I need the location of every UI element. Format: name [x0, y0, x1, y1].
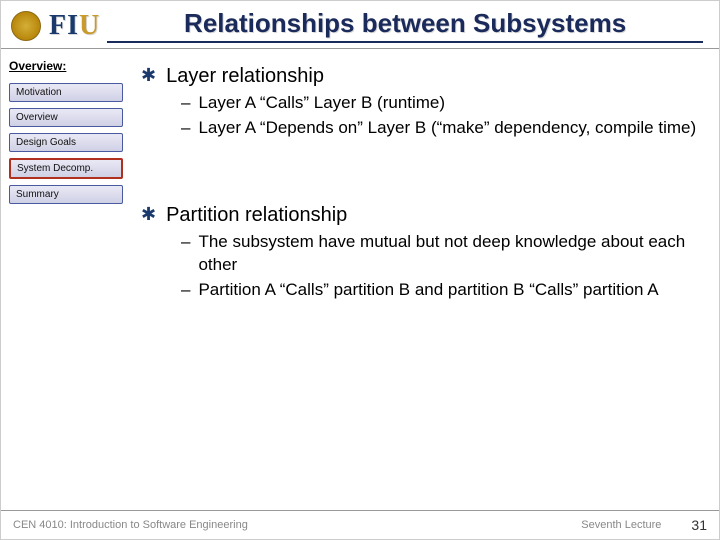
sub-item: – Layer A “Depends on” Layer B (“make” d… — [181, 117, 699, 140]
content: ✱ Layer relationship – Layer A “Calls” L… — [131, 49, 719, 510]
sidebar-item-design-goals[interactable]: Design Goals — [9, 133, 123, 152]
bullet-icon: ✱ — [141, 65, 156, 88]
sidebar-item-overview[interactable]: Overview — [9, 108, 123, 127]
header: F I U Relationships between Subsystems — [1, 1, 719, 49]
fiu-logo: F I U — [49, 10, 99, 42]
dash-icon: – — [181, 279, 190, 302]
topic-partition-subs: – The subsystem have mutual but not deep… — [181, 231, 699, 302]
page-number: 31 — [691, 517, 707, 533]
topic-layer: ✱ Layer relationship — [141, 65, 699, 88]
logo-letter-f: F — [49, 10, 66, 42]
sub-item: – Layer A “Calls” Layer B (runtime) — [181, 92, 699, 115]
sidebar: Overview: Motivation Overview Design Goa… — [1, 49, 131, 510]
slide: F I U Relationships between Subsystems O… — [0, 0, 720, 540]
dash-icon: – — [181, 117, 190, 140]
logo-letter-i: I — [67, 10, 78, 42]
topic-title: Partition relationship — [166, 204, 347, 227]
dash-icon: – — [181, 231, 190, 277]
bullet-icon: ✱ — [141, 204, 156, 227]
sub-text: Layer A “Calls” Layer B (runtime) — [198, 92, 445, 115]
sub-text: The subsystem have mutual but not deep k… — [198, 231, 699, 277]
logo-letter-u: U — [79, 10, 99, 42]
sidebar-item-summary[interactable]: Summary — [9, 185, 123, 204]
topic-partition: ✱ Partition relationship — [141, 204, 699, 227]
sidebar-item-motivation[interactable]: Motivation — [9, 83, 123, 102]
sidebar-heading: Overview: — [9, 59, 123, 73]
body: Overview: Motivation Overview Design Goa… — [1, 49, 719, 511]
sub-text: Partition A “Calls” partition B and part… — [198, 279, 658, 302]
footer-course: CEN 4010: Introduction to Software Engin… — [13, 519, 581, 531]
sub-item: – The subsystem have mutual but not deep… — [181, 231, 699, 277]
sub-item: – Partition A “Calls” partition B and pa… — [181, 279, 699, 302]
footer-lecture: Seventh Lecture — [581, 519, 661, 531]
slide-title: Relationships between Subsystems — [107, 8, 703, 43]
sidebar-item-system-decomp[interactable]: System Decomp. — [9, 158, 123, 179]
topic-layer-subs: – Layer A “Calls” Layer B (runtime) – La… — [181, 92, 699, 140]
dash-icon: – — [181, 92, 190, 115]
spacer — [141, 158, 699, 198]
footer: CEN 4010: Introduction to Software Engin… — [1, 511, 719, 539]
topic-title: Layer relationship — [166, 65, 324, 88]
sub-text: Layer A “Depends on” Layer B (“make” dep… — [198, 117, 696, 140]
university-seal-icon — [11, 11, 41, 41]
